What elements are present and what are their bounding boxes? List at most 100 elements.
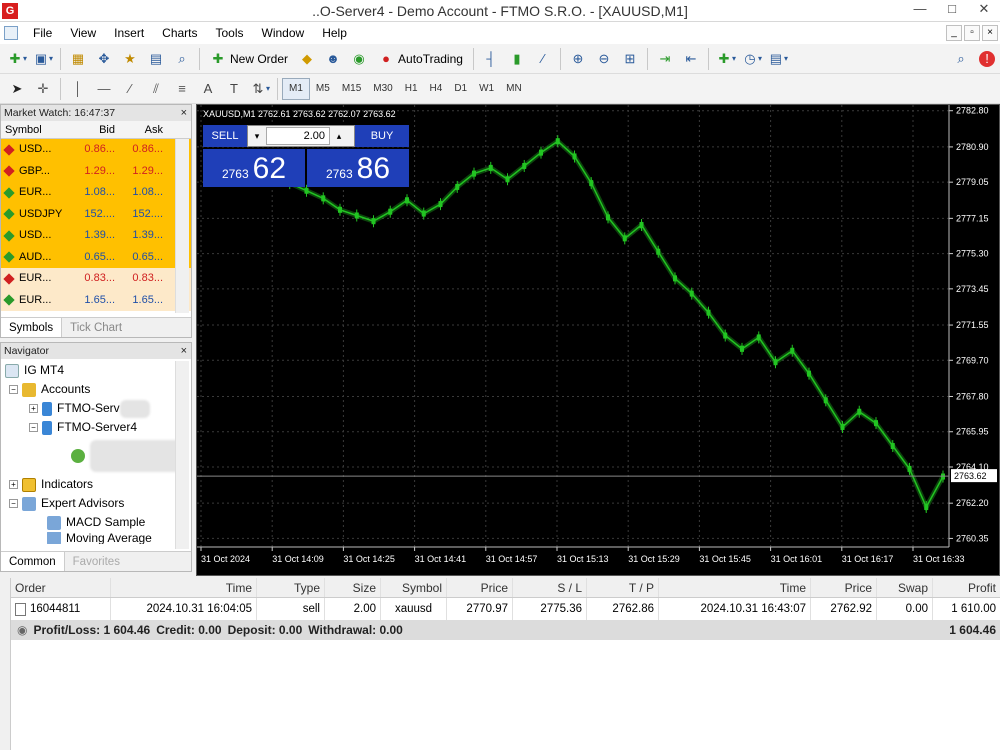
tree-root[interactable]: IG MT4 [1,361,191,380]
list-item[interactable]: EUR... 0.83... 0.83... [1,268,191,290]
community-button[interactable]: ☻ [322,48,344,70]
tree-account-redacted[interactable] [1,437,191,475]
column-order[interactable]: Order [11,578,111,597]
list-item[interactable]: EUR... 1.08... 1.08... [1,182,191,204]
indicators-button[interactable]: ✚ ▾ [715,48,737,70]
column-close-time[interactable]: Time [659,578,811,597]
new-order-button[interactable]: ✚ New Order [204,47,294,71]
lot-size-input[interactable] [266,127,330,145]
minimize-button[interactable]: — [904,0,936,20]
arrows-tool[interactable]: ⇅ ▾ [249,78,271,100]
tree-accounts[interactable]: − Accounts [1,380,191,399]
profiles-button[interactable]: ▣ ▾ [32,48,54,70]
column-swap[interactable]: Swap [877,578,933,597]
fibonacci-tool[interactable]: ≡ [171,78,193,100]
equidistant-channel-tool[interactable]: ⫽ [145,78,167,100]
tab-common[interactable]: Common [1,552,65,571]
column-symbol[interactable]: Symbol [1,121,71,139]
market-watch-scrollbar[interactable] [175,139,189,313]
tab-symbols[interactable]: Symbols [1,318,63,337]
autotrading-button[interactable]: ● AutoTrading [372,47,469,71]
expand-icon[interactable]: + [9,480,18,489]
chart-restore-button[interactable]: ▫ [964,25,980,41]
timeframe-h1[interactable]: H1 [399,78,424,100]
menu-tools[interactable]: Tools [207,26,253,40]
menu-file[interactable]: File [24,26,61,40]
text-tool[interactable]: A [197,78,219,100]
tree-server-1[interactable]: + FTMO-Serv [1,399,191,418]
column-ask[interactable]: Ask [121,121,169,139]
column-bid[interactable]: Bid [71,121,121,139]
navigator-scrollbar[interactable] [175,361,189,549]
timeframe-m30[interactable]: M30 [367,78,398,100]
vertical-line-tool[interactable]: │ [67,78,89,100]
list-item[interactable]: EUR... 1.65... 1.65... [1,289,191,311]
tree-ea-moving-average[interactable]: Moving Average [1,532,191,544]
tab-tick-chart[interactable]: Tick Chart [62,318,130,337]
chart-window-icon[interactable] [4,26,18,40]
expand-icon[interactable]: + [29,404,38,413]
column-symbol[interactable]: Symbol [381,578,447,597]
sell-button[interactable]: SELL [203,125,247,147]
timeframe-m1[interactable]: M1 [282,77,310,100]
horizontal-line-tool[interactable]: — [93,78,115,100]
terminal-toggle[interactable]: ▤ [145,48,167,70]
new-chart-button[interactable]: ✚ ▾ [6,48,28,70]
collapse-icon[interactable]: − [9,499,18,508]
list-item[interactable]: USDJPY 152.... 152.... [1,203,191,225]
market-watch-close-button[interactable]: × [181,105,187,121]
list-item[interactable]: USD... 1.39... 1.39... [1,225,191,247]
text-label-tool[interactable]: T [223,78,245,100]
trendline-tool[interactable]: ∕ [119,78,141,100]
timeframe-m5[interactable]: M5 [310,78,336,100]
tree-indicators[interactable]: + Indicators [1,475,191,494]
chart-close-button[interactable]: × [982,25,998,41]
navigator-close-button[interactable]: × [181,343,187,359]
menu-view[interactable]: View [61,26,105,40]
menu-insert[interactable]: Insert [105,26,153,40]
menu-help[interactable]: Help [313,26,356,40]
list-item[interactable]: USD... 0.86... 0.86... [1,139,191,161]
chart-window[interactable]: 2782.80 2780.90 2779.05 2777.15 2775.30 2773.… [196,104,1000,576]
timeframe-w1[interactable]: W1 [473,78,500,100]
auto-scroll-button[interactable]: ⇥ [654,48,676,70]
column-sl[interactable]: S / L [513,578,587,597]
maximize-button[interactable]: □ [936,0,968,20]
lot-increase-button[interactable]: ▴ [330,131,348,142]
list-item[interactable]: GBP... 1.29... 1.29... [1,160,191,182]
table-row[interactable]: 16044811 2024.10.31 16:04:05 sell 2.00 x… [11,598,1000,620]
chart-shift-button[interactable]: ⇤ [680,48,702,70]
column-tp[interactable]: T / P [587,578,659,597]
collapse-icon[interactable]: − [9,385,18,394]
column-close-price[interactable]: Price [811,578,877,597]
market-watch-toggle[interactable]: ▦ [67,48,89,70]
sell-price-button[interactable]: 2763 62 [203,149,305,187]
collapse-icon[interactable]: − [29,423,38,432]
lot-decrease-button[interactable]: ▾ [248,131,266,142]
menu-charts[interactable]: Charts [153,26,206,40]
column-profit[interactable]: Profit [933,578,1000,597]
tree-server-2[interactable]: − FTMO-Server4 [1,418,191,437]
tree-expert-advisors[interactable]: − Expert Advisors [1,494,191,513]
strategy-tester-toggle[interactable]: ⌕ [171,48,193,70]
line-chart-button[interactable]: ∕ [532,48,554,70]
close-button[interactable]: ✕ [968,0,1000,20]
candlestick-button[interactable]: ▮ [506,48,528,70]
column-size[interactable]: Size [325,578,381,597]
tree-ea-macd[interactable]: MACD Sample [1,513,191,532]
metaeditor-button[interactable]: ◆ [296,48,318,70]
column-type[interactable]: Type [257,578,325,597]
crosshair-tool[interactable]: ✛ [32,78,54,100]
buy-price-button[interactable]: 2763 86 [307,149,409,187]
data-window-toggle[interactable]: ✥ [93,48,115,70]
column-price[interactable]: Price [447,578,513,597]
buy-button[interactable]: BUY [355,125,409,147]
periods-button[interactable]: ◷ ▾ [741,48,763,70]
chart-minimize-button[interactable]: _ [946,25,962,41]
menu-window[interactable]: Window [253,26,314,40]
timeframe-d1[interactable]: D1 [448,78,473,100]
timeframe-mn[interactable]: MN [500,78,528,100]
tile-windows-button[interactable]: ⊞ [619,48,641,70]
templates-button[interactable]: ▤ ▾ [767,48,789,70]
column-time[interactable]: Time [111,578,257,597]
